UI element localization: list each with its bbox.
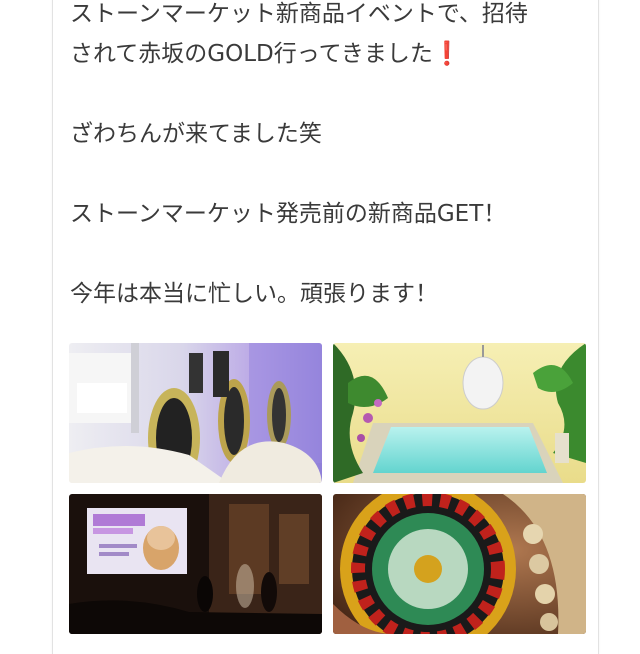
- post-line-text: されて赤坂のGOLD行ってきました: [70, 41, 433, 67]
- post-line: されて赤坂のGOLD行ってきました❗: [70, 34, 585, 74]
- post-line: ストーンマーケット発売前の新商品GET！: [70, 201, 507, 227]
- jacuzzi-photo[interactable]: [333, 343, 586, 483]
- exclamation-icon: ❗: [432, 41, 462, 67]
- post-line: ざわちんが来てました笑: [70, 121, 322, 147]
- roulette-watch-photo[interactable]: [333, 494, 586, 634]
- stage-screen-photo[interactable]: [69, 494, 322, 634]
- post-line: ストーンマーケット新商品イベントで、招待: [70, 1, 528, 27]
- post-card: ストーンマーケット新商品イベントで、招待 されて赤坂のGOLD行ってきました❗ …: [52, 0, 599, 654]
- post-body: ストーンマーケット新商品イベントで、招待 されて赤坂のGOLD行ってきました❗ …: [70, 0, 585, 314]
- event-room-photo[interactable]: [69, 343, 322, 483]
- post-line: 今年は本当に忙しい。頑張ります！: [70, 281, 438, 307]
